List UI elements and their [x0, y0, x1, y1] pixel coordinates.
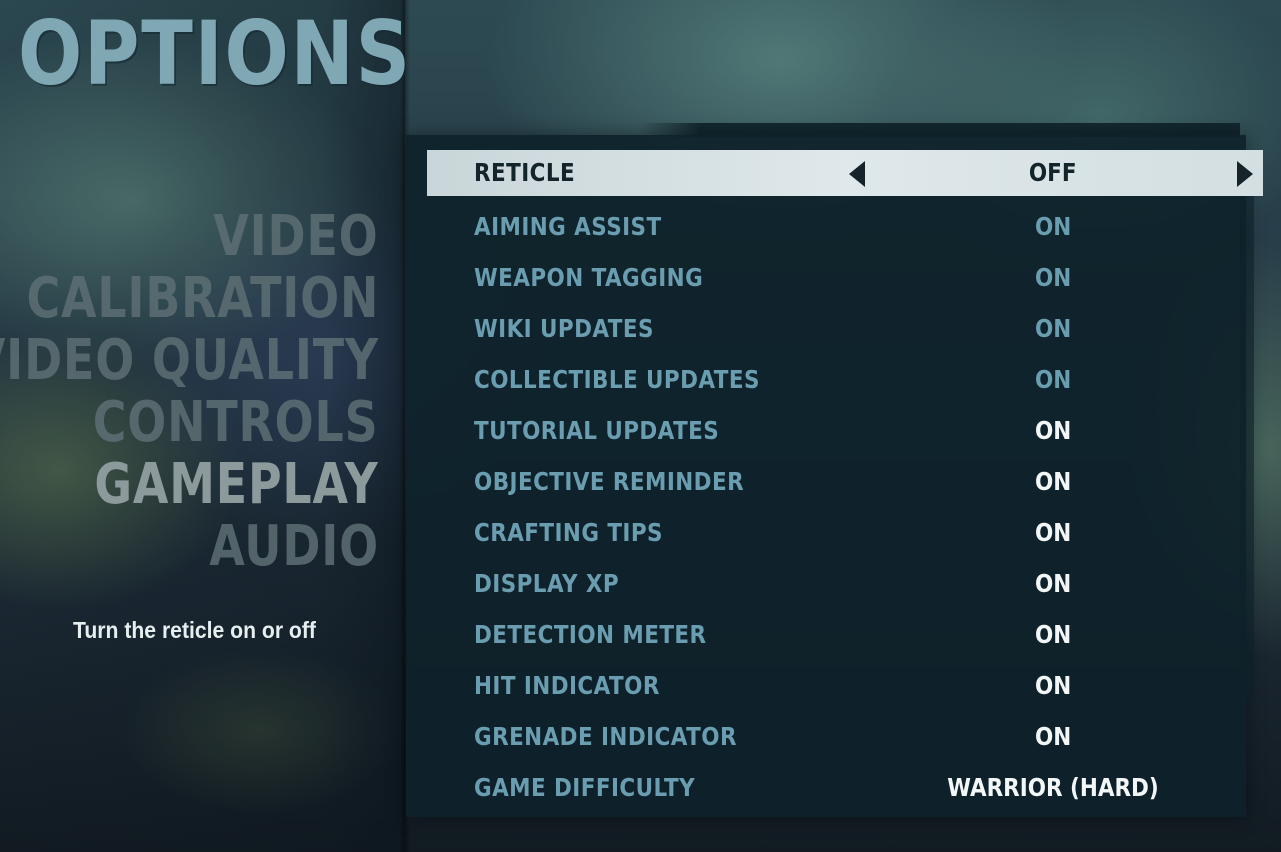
- setting-label: AIMING ASSIST: [474, 212, 662, 241]
- setting-row-hit-indicator[interactable]: HIT INDICATOR ON: [427, 660, 1263, 711]
- options-nav: VIDEO CALIBRATION VIDEO QUALITY CONTROLS…: [0, 206, 379, 578]
- setting-row-display-xp[interactable]: DISPLAY XP ON: [427, 558, 1263, 609]
- setting-label: RETICLE: [474, 158, 576, 187]
- setting-label: WEAPON TAGGING: [474, 263, 704, 292]
- setting-row-grenade-indicator[interactable]: GRENADE INDICATOR ON: [427, 711, 1263, 762]
- setting-row-tutorial-updates[interactable]: TUTORIAL UPDATES ON: [427, 405, 1263, 456]
- nav-item-calibration[interactable]: CALIBRATION: [26, 268, 379, 330]
- setting-row-objective-reminder[interactable]: OBJECTIVE REMINDER ON: [427, 456, 1263, 507]
- setting-row-detection-meter[interactable]: DETECTION METER ON: [427, 609, 1263, 660]
- arrow-right-icon[interactable]: [1237, 161, 1253, 187]
- nav-item-gameplay[interactable]: GAMEPLAY: [95, 454, 379, 516]
- nav-item-video[interactable]: VIDEO: [214, 206, 379, 268]
- setting-row-weapon-tagging[interactable]: WEAPON TAGGING ON: [427, 252, 1263, 303]
- setting-label: OBJECTIVE REMINDER: [474, 467, 745, 496]
- setting-label: COLLECTIBLE UPDATES: [474, 365, 760, 394]
- nav-item-controls[interactable]: CONTROLS: [93, 392, 379, 454]
- setting-row-reticle[interactable]: RETICLE OFF: [427, 150, 1263, 196]
- setting-row-crafting-tips[interactable]: CRAFTING TIPS ON: [427, 507, 1263, 558]
- setting-description: Turn the reticle on or off: [73, 617, 316, 643]
- setting-label: TUTORIAL UPDATES: [474, 416, 720, 445]
- setting-label: GRENADE INDICATOR: [474, 722, 737, 751]
- setting-row-collectible-updates[interactable]: COLLECTIBLE UPDATES ON: [427, 354, 1263, 405]
- setting-row-wiki-updates[interactable]: WIKI UPDATES ON: [427, 303, 1263, 354]
- settings-list: RETICLE OFF AIMING ASSIST ON WEAPON TAGG…: [427, 150, 1263, 813]
- nav-item-audio[interactable]: AUDIO: [209, 516, 379, 578]
- setting-row-game-difficulty[interactable]: GAME DIFFICULTY WARRIOR (HARD): [427, 762, 1263, 813]
- setting-label: DETECTION METER: [474, 620, 707, 649]
- nav-item-video-quality[interactable]: VIDEO QUALITY: [0, 330, 379, 392]
- setting-label: DISPLAY XP: [474, 569, 620, 598]
- setting-label: HIT INDICATOR: [474, 671, 660, 700]
- setting-label: GAME DIFFICULTY: [474, 773, 696, 802]
- setting-label: CRAFTING TIPS: [474, 518, 663, 547]
- setting-row-aiming-assist[interactable]: AIMING ASSIST ON: [427, 201, 1263, 252]
- arrow-left-icon[interactable]: [849, 161, 865, 187]
- page-title: OPTIONS: [18, 2, 412, 105]
- setting-label: WIKI UPDATES: [474, 314, 654, 343]
